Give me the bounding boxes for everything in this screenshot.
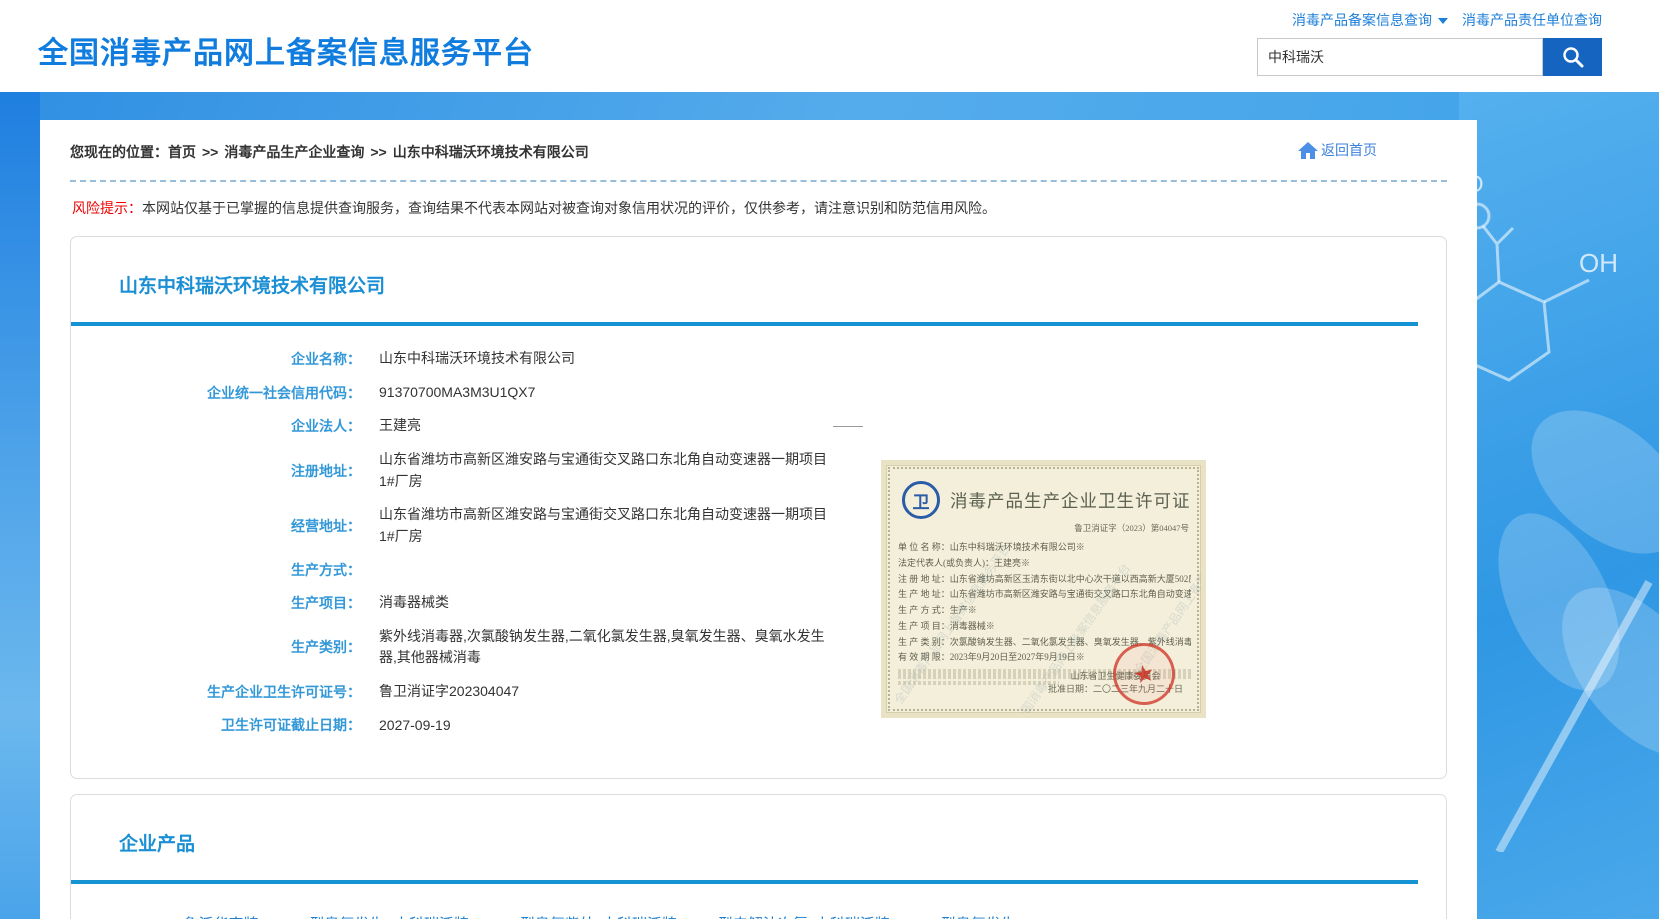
- field-row-production-method: 生产方式：: [71, 560, 1446, 580]
- chevron-down-icon[interactable]: [1438, 18, 1448, 24]
- company-card-title: 山东中科瑞沃环境技术有限公司: [71, 237, 1446, 322]
- products-grid: 鲁沃华宇牌ZKYL-3型臭氧发生器 中科瑞沃牌ZKYL-3型臭氧紫外线消毒器 中…: [71, 884, 1446, 919]
- top-nav: 消毒产品备案信息查询 消毒产品责任单位查询: [1182, 10, 1602, 30]
- field-label: 企业法人：: [71, 416, 361, 436]
- field-value: 山东中科瑞沃环境技术有限公司: [379, 348, 839, 370]
- field-label: 生产项目：: [71, 593, 361, 613]
- search-bar: [1182, 38, 1602, 76]
- cert-label: 注 册 地 址：: [898, 574, 950, 584]
- field-row-credit-code: 企业统一社会信用代码： 91370700MA3M3U1QX7: [71, 382, 1446, 404]
- field-label: 生产方式：: [71, 560, 361, 580]
- products-card: 企业产品 鲁沃华宇牌ZKYL-3型臭氧发生器 中科瑞沃牌ZKYL-3型臭氧紫外线…: [70, 794, 1447, 919]
- cert-value: 2023年9月20日至2027年9月19日※: [950, 652, 1085, 662]
- cert-value: 生产※: [950, 605, 977, 615]
- cert-row-production-address: 生 产 地 址：山东省潍坊市高新区潍安路与宝通街交叉路口东北角自动变速器一期项目…: [898, 587, 1191, 603]
- dashed-divider: [70, 180, 1447, 182]
- product-link[interactable]: 中科瑞沃牌ZKYL-3型臭氧发生器: [812, 914, 1018, 919]
- search-icon: [1561, 45, 1585, 69]
- product-link[interactable]: 中科瑞沃牌ZKYL-3型臭氧紫外线消毒器: [391, 914, 597, 919]
- cert-label: 生 产 地 址：: [898, 589, 950, 599]
- field-row-business-address: 经营地址： 山东省潍坊市高新区潍安路与宝通街交叉路口东北角自动变速器一期项目1#…: [71, 504, 1446, 547]
- back-home-label: 返回首页: [1321, 140, 1377, 160]
- home-icon: [1297, 141, 1319, 160]
- cert-row-production-project: 生 产 项 目：消毒器械※: [898, 619, 1191, 635]
- cert-label: 有 效 期 限：: [898, 652, 950, 662]
- certificate-header: 卫 消毒产品生产企业卫生许可证: [902, 481, 1191, 519]
- health-emblem-icon: 卫: [902, 481, 940, 519]
- risk-notice: 风险提示：本网站仅基于已掌握的信息提供查询服务，查询结果不代表本网站对被查询对象…: [72, 198, 1447, 218]
- stray-dash-mark: [833, 426, 863, 427]
- breadcrumb-separator: >>: [202, 144, 218, 160]
- right-background-decoration: OH O: [1459, 92, 1659, 919]
- cert-row-unit-name: 单 位 名 称：山东中科瑞沃环境技术有限公司※: [898, 540, 1191, 556]
- field-value: 2027-09-19: [379, 715, 839, 737]
- field-row-production-category: 生产类别： 紫外线消毒器,次氯酸钠发生器,二氧化氯发生器,臭氧发生器、臭氧水发生…: [71, 626, 1446, 669]
- cert-label: 生 产 类 别：: [898, 637, 950, 647]
- svg-text:OH: OH: [1579, 248, 1618, 278]
- cert-value: 山东省潍坊高新区玉清东街以北中心次干道以西高新大厦502房间※: [950, 574, 1191, 584]
- breadcrumb-home-link[interactable]: 首页: [168, 144, 196, 160]
- field-row-license-expiry: 卫生许可证截止日期： 2027-09-19: [71, 715, 1446, 737]
- cert-row-legal-rep: 法定代表人(或负责人)：王建亮※: [898, 556, 1191, 572]
- search-button[interactable]: [1543, 38, 1602, 76]
- field-value: 山东省潍坊市高新区潍安路与宝通街交叉路口东北角自动变速器一期项目1#厂房: [379, 504, 839, 547]
- cert-label: 生 产 项 目：: [898, 621, 950, 631]
- cert-row-registered-address: 注 册 地 址：山东省潍坊高新区玉清东街以北中心次干道以西高新大厦502房间※: [898, 572, 1191, 588]
- breadcrumb-separator: >>: [370, 144, 386, 160]
- field-value: 紫外线消毒器,次氯酸钠发生器,二氧化氯发生器,臭氧发生器、臭氧水发生器,其他器械…: [379, 626, 839, 669]
- field-row-registered-address: 注册地址： 山东省潍坊市高新区潍安路与宝通街交叉路口东北角自动变速器一期项目1#…: [71, 449, 1446, 492]
- nav-link-record-info-query[interactable]: 消毒产品备案信息查询: [1292, 12, 1432, 28]
- product-link[interactable]: 鲁沃华宇牌ZKYL-3型臭氧发生器: [181, 914, 387, 919]
- company-card: 山东中科瑞沃环境技术有限公司 企业名称： 山东中科瑞沃环境技术有限公司 企业统一…: [70, 236, 1447, 779]
- search-input[interactable]: [1257, 38, 1543, 76]
- field-label: 企业名称：: [71, 349, 361, 369]
- cert-row-production-method: 生 产 方 式：生产※: [898, 603, 1191, 619]
- field-value: 山东省潍坊市高新区潍安路与宝通街交叉路口东北角自动变速器一期项目1#厂房: [379, 449, 839, 492]
- certificate-title: 消毒产品生产企业卫生许可证: [950, 488, 1191, 513]
- cert-value: 山东中科瑞沃环境技术有限公司※: [950, 542, 1085, 552]
- cert-value: 王建亮※: [994, 558, 1030, 568]
- field-label: 生产企业卫生许可证号：: [71, 682, 361, 702]
- field-label: 企业统一社会信用代码：: [71, 383, 361, 403]
- products-card-title: 企业产品: [71, 795, 1446, 880]
- field-value: 王建亮: [379, 415, 839, 437]
- cert-label: 法定代表人(或负责人)：: [898, 558, 994, 568]
- field-value: 91370700MA3M3U1QX7: [379, 382, 839, 404]
- certificate-fine-print: [898, 681, 1059, 685]
- field-label: 注册地址：: [71, 461, 361, 481]
- hygiene-license-certificate-image: 全国消毒产品网上备案信息服务平台 全国消毒产品网上备案信息服务平台 全国消毒产品…: [881, 460, 1206, 718]
- field-row-legal-person: 企业法人： 王建亮: [71, 415, 1446, 437]
- molecule-flower-graphic: OH O: [1459, 152, 1659, 852]
- company-fields: 企业名称： 山东中科瑞沃环境技术有限公司 企业统一社会信用代码： 9137070…: [71, 326, 1446, 778]
- nav-link-responsible-unit-query[interactable]: 消毒产品责任单位查询: [1462, 12, 1602, 28]
- certificate-number: 鲁卫消证字（2023）第04047号: [898, 522, 1189, 534]
- field-value: 消毒器械类: [379, 592, 839, 614]
- product-link[interactable]: 中科瑞沃牌ZK-50型电解法次氯酸钠发生器: [602, 914, 808, 919]
- cert-label: 生 产 方 式：: [898, 605, 950, 615]
- main-content-panel: 您现在的位置：首页 >> 消毒产品生产企业查询 >> 山东中科瑞沃环境技术有限公司 返回…: [40, 120, 1477, 919]
- risk-notice-label: 风险提示：: [72, 200, 142, 216]
- breadcrumb-enterprise-query-link[interactable]: 消毒产品生产企业查询: [224, 144, 364, 160]
- breadcrumb-prefix: 您现在的位置：: [70, 144, 168, 160]
- cert-value: 山东省潍坊市高新区潍安路与宝通街交叉路口东北角自动变速器一期项目1#厂房: [950, 589, 1191, 599]
- page-title: 全国消毒产品网上备案信息服务平台: [38, 28, 534, 72]
- page-header: 全国消毒产品网上备案信息服务平台 消毒产品备案信息查询 消毒产品责任单位查询: [0, 0, 1659, 92]
- field-label: 生产类别：: [71, 637, 361, 657]
- cert-label: 单 位 名 称：: [898, 542, 950, 552]
- risk-notice-text: 本网站仅基于已掌握的信息提供查询服务，查询结果不代表本网站对被查询对象信用状况的…: [142, 200, 996, 216]
- header-right-area: 消毒产品备案信息查询 消毒产品责任单位查询: [1182, 10, 1602, 76]
- left-background-band: [0, 92, 40, 919]
- back-home-link[interactable]: 返回首页: [1297, 140, 1377, 160]
- cert-value: 消毒器械※: [950, 621, 995, 631]
- field-row-license-number: 生产企业卫生许可证号： 鲁卫消证字202304047: [71, 681, 1446, 703]
- breadcrumb: 您现在的位置：首页 >> 消毒产品生产企业查询 >> 山东中科瑞沃环境技术有限公司: [70, 142, 1447, 162]
- breadcrumb-current: 山东中科瑞沃环境技术有限公司: [393, 144, 589, 160]
- breadcrumb-row: 您现在的位置：首页 >> 消毒产品生产企业查询 >> 山东中科瑞沃环境技术有限公司 返回…: [70, 132, 1447, 176]
- field-label: 经营地址：: [71, 516, 361, 536]
- field-row-company-name: 企业名称： 山东中科瑞沃环境技术有限公司: [71, 348, 1446, 370]
- field-value: 鲁卫消证字202304047: [379, 681, 839, 703]
- field-row-production-project: 生产项目： 消毒器械类: [71, 592, 1446, 614]
- field-label: 卫生许可证截止日期：: [71, 715, 361, 735]
